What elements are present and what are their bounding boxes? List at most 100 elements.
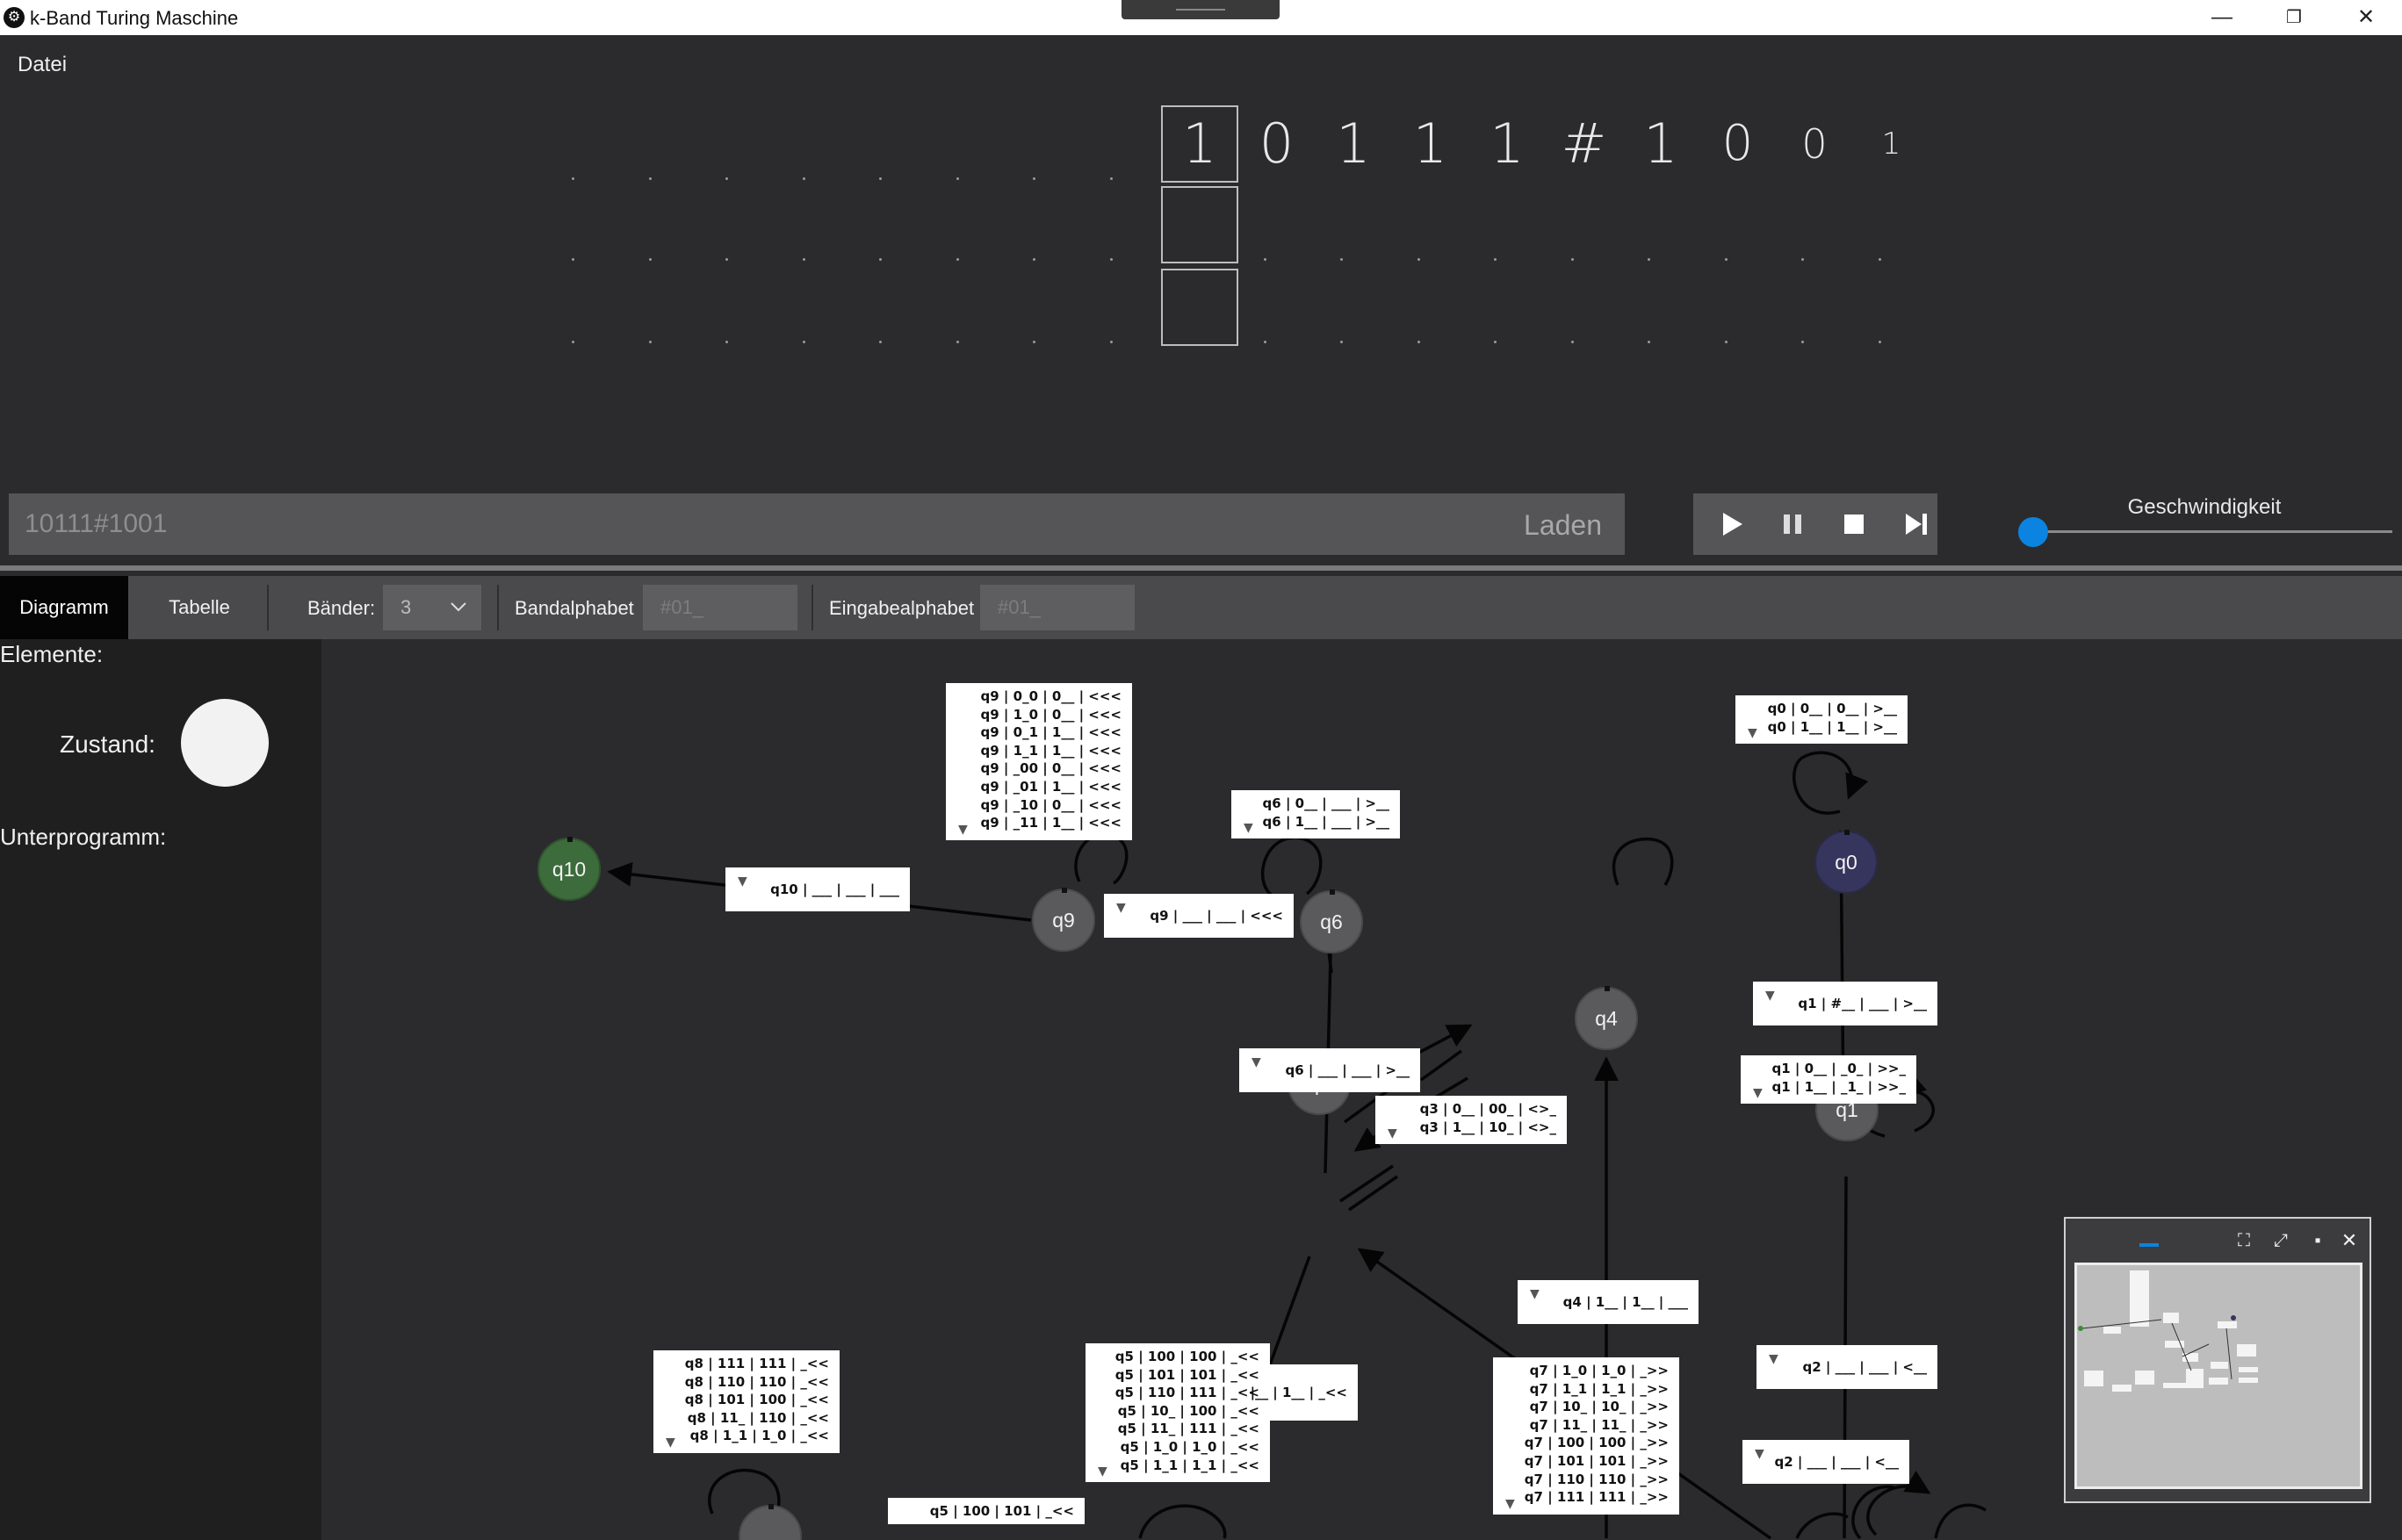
tape-blank-dot: [572, 258, 574, 261]
transition-label-q9-loop[interactable]: q9 | 0_0 | 0__ | <<< q9 | 1_0 | 0__ | <<<…: [946, 683, 1132, 840]
collapse-icon[interactable]: ▼: [1748, 726, 1757, 740]
toolbar-separator: [267, 585, 269, 630]
close-icon[interactable]: ✕: [2331, 0, 2401, 35]
collapse-icon[interactable]: ▼: [738, 874, 747, 889]
fit-view-icon[interactable]: ⛶: [2232, 1229, 2255, 1252]
input-alphabet-input[interactable]: #01_: [980, 585, 1135, 630]
minimize-icon[interactable]: —: [2187, 0, 2257, 35]
tapes-count-value: 3: [400, 596, 412, 618]
play-icon[interactable]: [1714, 507, 1748, 541]
transition-label-q7-loop[interactable]: q7 | 1_0 | 1_0 | _>> q7 | 1_1 | 1_1 | _>>…: [1493, 1357, 1679, 1515]
window-drag-handle[interactable]: [1122, 0, 1280, 19]
tape-cell: 1: [1336, 112, 1371, 176]
tape-blank-dot: [725, 341, 728, 343]
stop-view-icon[interactable]: ▪: [2306, 1229, 2329, 1252]
state-q6[interactable]: q6: [1300, 889, 1363, 954]
minimap-preview[interactable]: [2074, 1263, 2362, 1489]
collapse-icon[interactable]: ▼: [1530, 1287, 1540, 1301]
collapse-icon[interactable]: ▼: [1098, 1464, 1107, 1479]
transition-label-q6-loop[interactable]: q6 | 0__ | ___ | >__ q6 | 1__ | ___ | >__…: [1231, 790, 1400, 839]
collapse-icon[interactable]: ▼: [1755, 1447, 1764, 1461]
tape-blank-dot: [1340, 341, 1343, 343]
transition-label-q1-from-q0[interactable]: q1 | #__ | ___ | >__ ▼: [1753, 982, 1937, 1025]
collapse-icon[interactable]: ▼: [1244, 821, 1253, 835]
state-q0[interactable]: q0: [1814, 830, 1878, 894]
tape-blank-dot: [1801, 258, 1804, 261]
collapse-icon[interactable]: ▼: [1753, 1086, 1763, 1100]
collapse-icon[interactable]: ▼: [1251, 1055, 1261, 1069]
load-button[interactable]: Laden: [1524, 509, 1602, 542]
transition-label-q3-to-q4[interactable]: q3 | 0__ | 00_ | <>_ q3 | 1__ | 10_ | <>_…: [1375, 1096, 1567, 1145]
transition-label-q0-loop[interactable]: q0 | 0__ | 0__ | >__ q0 | 1__ | 1__ | >__…: [1735, 695, 1908, 745]
transition-rule: q2 | ___ | ___ | <__: [1802, 1359, 1927, 1375]
state-q4[interactable]: q4: [1575, 986, 1638, 1050]
transition-rule: q10 | ___ | ___ | ___: [770, 882, 899, 897]
transition-label-q5-bottom[interactable]: q5 | 100 | 101 | _<<: [888, 1498, 1085, 1524]
tape-cell: 1: [1643, 112, 1678, 176]
speed-slider-thumb[interactable]: [2018, 517, 2048, 547]
tape-blank-dot: [1109, 258, 1113, 261]
tab-diagram[interactable]: Diagramm: [0, 576, 128, 639]
tape-blank-dot: [648, 258, 652, 261]
transition-label-q5-edge-partial[interactable]: |__ | 1__ | _<<: [1251, 1364, 1358, 1421]
close-minimap-icon[interactable]: ✕: [2338, 1229, 2361, 1252]
tape-blank-dot: [1494, 258, 1497, 261]
collapse-icon[interactable]: ▼: [1765, 989, 1775, 1003]
speed-slider-track[interactable]: [2031, 530, 2392, 533]
tape-blank-dot: [1033, 258, 1035, 261]
tape-blank-dot: [1724, 341, 1728, 343]
state-q9[interactable]: q9: [1032, 888, 1095, 952]
elements-heading: Elemente:: [0, 641, 104, 667]
minimap-drag-handle[interactable]: [2139, 1243, 2159, 1247]
transition-rule: q8 | 110 | 110 | _<<: [684, 1373, 829, 1390]
pause-icon[interactable]: [1776, 507, 1809, 541]
transition-label-q9-from-q6[interactable]: q9 | ___ | ___ | <<< ▼: [1104, 894, 1294, 938]
tape-input-value[interactable]: 10111#1001: [25, 509, 167, 539]
collapse-icon[interactable]: ▼: [1769, 1352, 1778, 1366]
transition-label-q2-loop[interactable]: q2 | ___ | ___ | <__ ▼: [1742, 1440, 1909, 1484]
menu-file[interactable]: Datei: [18, 53, 67, 77]
stop-icon[interactable]: [1837, 507, 1871, 541]
tape-blank-dot: [1263, 258, 1266, 261]
restore-icon[interactable]: ❐: [2259, 0, 2329, 35]
tape-input-field[interactable]: 10111#1001 Laden: [9, 493, 1625, 555]
transition-label-q1-loop[interactable]: q1 | 0__ | _0_ | >>_ q1 | 1__ | _1_ | >>_…: [1741, 1055, 1916, 1105]
tape-blank-dot: [1724, 258, 1728, 261]
tape-blank-dot: [1340, 258, 1343, 261]
editor-toolbar: Diagramm Tabelle Bänder: 3 Bandalphabet …: [0, 576, 2402, 639]
step-icon[interactable]: [1899, 507, 1932, 541]
collapse-icon[interactable]: ▼: [958, 823, 968, 837]
transition-rule: q6 | ___ | ___ | >__: [1285, 1062, 1410, 1078]
transition-rule: q6 | 0__ | ___ | >__: [1262, 795, 1389, 811]
transition-label-q4-edge[interactable]: q4 | 1__ | 1__ | ___ ▼: [1518, 1280, 1699, 1324]
state-label: Zustand:: [60, 730, 155, 758]
title-bar: ⚙ k-Band Turing Maschine — ❐ ✕: [0, 0, 2402, 35]
transition-rule: q3 | 0__ | 00_ | <>_: [1419, 1101, 1556, 1117]
transition-label-q10-from-q9[interactable]: q10 | ___ | ___ | ___ ▼: [725, 867, 910, 911]
tape-alphabet-input[interactable]: #01_: [643, 585, 797, 630]
tape-cell: 1: [1881, 126, 1901, 162]
transition-label-q6-from-q3[interactable]: q6 | ___ | ___ | >__ ▼: [1239, 1048, 1420, 1092]
transition-rule: q1 | 0__ | _0_ | >>_: [1771, 1061, 1906, 1076]
state-q10[interactable]: q10: [537, 837, 601, 901]
transition-rule: q9 | _10 | 0__ | <<<: [980, 796, 1122, 813]
expand-icon[interactable]: ⤢: [2269, 1229, 2292, 1252]
tape-blank-dot: [1109, 341, 1113, 343]
splitter[interactable]: [0, 565, 2402, 571]
tape-blank-dot: [956, 341, 959, 343]
toolbar-separator: [497, 585, 499, 630]
tape-blank-dot: [648, 177, 652, 180]
collapse-icon[interactable]: ▼: [666, 1436, 675, 1450]
transition-label-q5-loop[interactable]: q5 | 100 | 100 | _<< q5 | 101 | 101 | _<<…: [1086, 1343, 1270, 1483]
collapse-icon[interactable]: ▼: [1505, 1497, 1515, 1511]
tab-table[interactable]: Tabelle: [132, 576, 267, 639]
transition-label-q8-loop[interactable]: q8 | 111 | 111 | _<< q8 | 110 | 110 | _<<…: [653, 1350, 840, 1453]
new-state-circle[interactable]: [181, 699, 269, 787]
tape-alphabet-label: Bandalphabet: [515, 597, 634, 619]
transition-rule: q9 | 1_0 | 0__ | <<<: [980, 706, 1122, 723]
collapse-icon[interactable]: ▼: [1116, 901, 1126, 915]
tapes-count-select[interactable]: 3: [383, 585, 481, 630]
tape-blank-dot: [572, 177, 574, 180]
collapse-icon[interactable]: ▼: [1388, 1126, 1397, 1141]
transition-label-q2-from-q1[interactable]: q2 | ___ | ___ | <__ ▼: [1756, 1345, 1937, 1389]
